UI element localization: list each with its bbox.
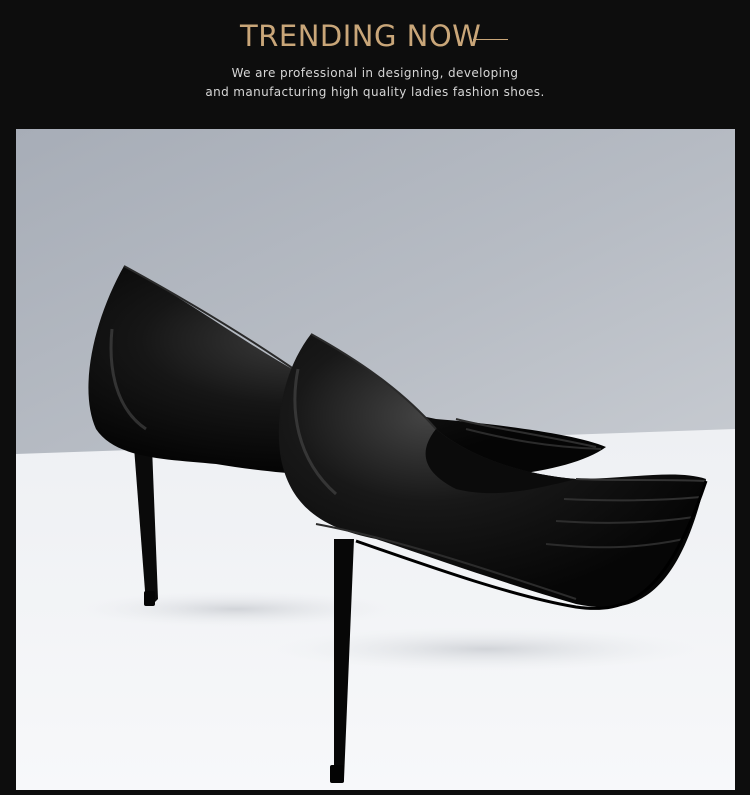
header-banner: TRENDING NOW We are professional in desi… [0, 0, 750, 128]
title-decorative-rule [473, 39, 508, 40]
title-row: TRENDING NOW [0, 18, 750, 54]
subtitle-line-2: and manufacturing high quality ladies fa… [205, 85, 545, 99]
section-title: TRENDING NOW [240, 19, 482, 53]
subtitle-line-1: We are professional in designing, develo… [231, 66, 519, 80]
shoes-illustration [16, 129, 735, 790]
product-photo [16, 129, 735, 790]
